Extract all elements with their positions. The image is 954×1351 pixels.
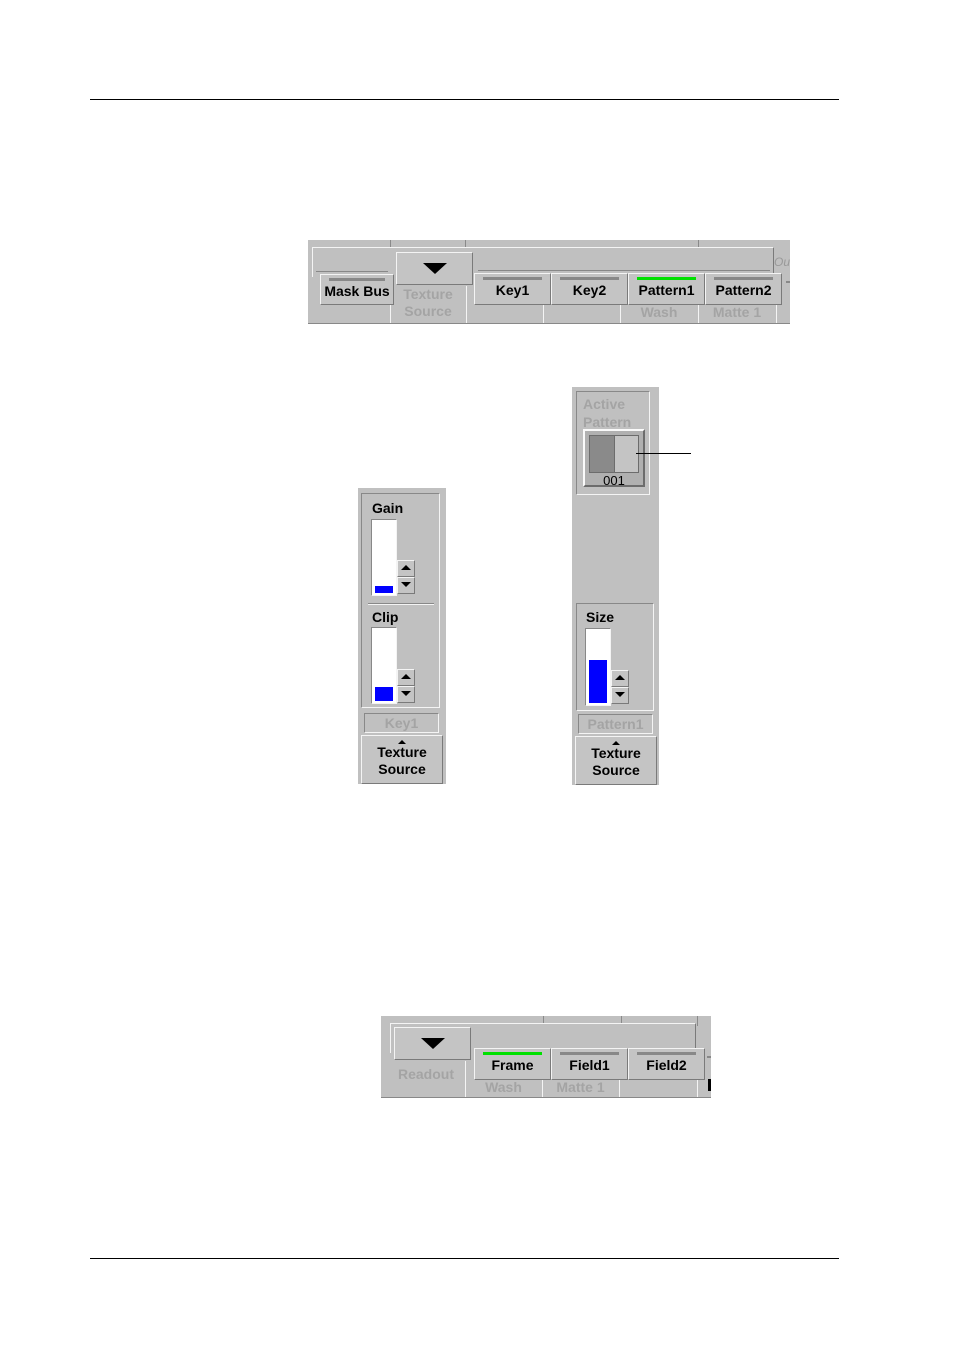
clip-increment-button[interactable] [397,669,415,686]
tab-pattern1[interactable]: Pattern1 [628,273,705,305]
arrow-down-icon [401,582,411,587]
texture-source-dropdown[interactable] [396,252,473,285]
tab-indicator [560,277,619,280]
sublabel-matte1: Matte 1 [556,1079,605,1095]
active-pattern-button[interactable]: 001 [583,429,645,488]
gain-meter-fill [375,586,393,593]
sublabel-wash: Wash [485,1079,522,1095]
size-increment-button[interactable] [611,670,629,687]
gain-increment-button[interactable] [397,560,415,577]
sublabel-wash: Wash [640,304,678,320]
clip-label: Clip [372,609,399,625]
size-meter[interactable] [585,628,611,706]
divider [368,603,434,605]
clip-meter-fill [375,687,393,701]
tab-indicator-active [637,277,696,280]
edge-fragment: Ou [774,255,791,269]
pattern-number: 001 [603,473,625,488]
readout-tab-bar: Readout Frame Field1 Field2 Wash Matte 1 [381,1016,711,1098]
tab-indicator [637,1052,696,1055]
tab-indicator-active [483,1052,542,1055]
key-panel: Gain Clip Key1 Texture Source [358,488,446,784]
size-meter-fill [589,660,607,703]
tab-mask-bus[interactable]: Mask Bus [320,274,394,305]
texture-source-label-line2: Source [404,303,452,319]
sublabel-matte1: Matte 1 [712,304,762,320]
callout-line [636,453,691,454]
tab-indicator [560,1052,619,1055]
clip-meter[interactable] [371,627,397,704]
header-rule [90,99,839,100]
readout-dropdown[interactable] [394,1027,471,1060]
tab-indicator [483,277,542,280]
arrow-down-icon [615,692,625,697]
chevron-down-icon [420,1038,445,1049]
arrow-down-icon [401,691,411,696]
gain-decrement-button[interactable] [397,577,415,594]
pattern-panel: Active Pattern 001 Size Pattern1 Texture… [572,387,659,785]
tab-pattern2[interactable]: Pattern2 [705,273,782,305]
texture-tab-bar: Ou Mask Bus Texture Source Key1 Key2 Pat… [308,240,790,324]
tab-indicator [714,277,773,280]
tab-indicator [329,278,385,281]
arrow-up-icon [615,675,625,680]
key-texture-source-button[interactable]: Texture Source [361,735,443,784]
pattern-texture-source-button[interactable]: Texture Source [575,736,657,785]
tab-field2[interactable]: Field2 [628,1048,705,1080]
tab-field1[interactable]: Field1 [551,1048,628,1080]
gain-label: Gain [372,500,404,516]
pattern-swatch [589,435,639,473]
size-label: Size [586,609,615,625]
gain-meter[interactable] [371,519,397,596]
key-source-label: Key1 [364,713,439,733]
pattern-swatch-dark [590,436,614,472]
footer-rule [90,1258,839,1259]
pattern-source-label: Pattern1 [578,714,653,734]
chevron-down-icon [422,263,447,274]
clip-decrement-button[interactable] [397,686,415,703]
texture-source-label-line1: Texture [403,286,453,302]
arrow-up-icon [401,565,411,570]
tab-frame[interactable]: Frame [474,1048,551,1080]
arrow-up-icon [401,674,411,679]
size-decrement-button[interactable] [611,687,629,704]
pattern-swatch-light [614,436,638,472]
readout-label: Readout [398,1066,454,1082]
active-pattern-label: Active Pattern [583,396,632,430]
tab-key1[interactable]: Key1 [474,273,551,305]
tab-key2[interactable]: Key2 [551,273,628,305]
